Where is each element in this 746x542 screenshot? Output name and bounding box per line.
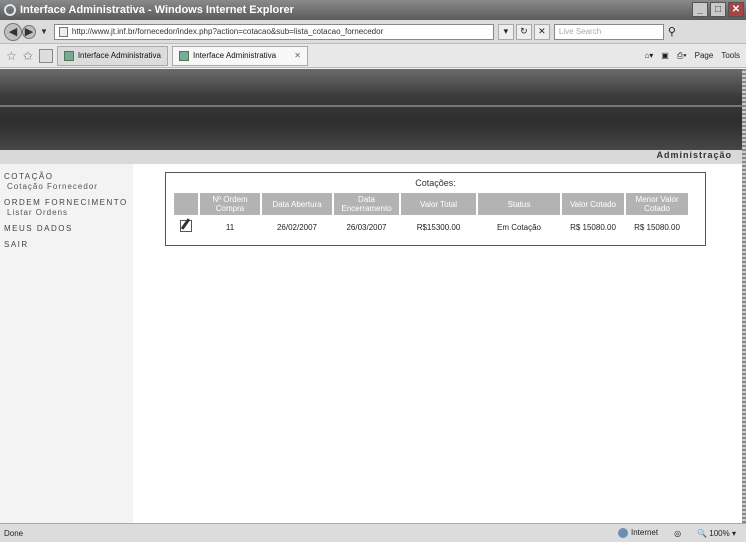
edit-cell[interactable] (174, 217, 198, 237)
page-menu[interactable]: Page (695, 51, 714, 60)
forward-button[interactable]: ▶ (22, 24, 36, 39)
refresh-icon[interactable]: ↻ (515, 23, 532, 40)
zoom-label: 100% (709, 528, 730, 538)
tab-bar: ☆ ✩ Interface Administrativa Interface A… (0, 44, 746, 68)
cell-menor-valor: R$ 15080.00 (634, 222, 680, 232)
protected-mode-icon[interactable]: ◎ (674, 529, 681, 538)
col-header: Status (478, 193, 560, 215)
url-dropdown-icon[interactable]: ▾ (497, 23, 514, 40)
tab-favicon-icon (63, 50, 74, 61)
sidebar-item-label[interactable]: COTAÇÃO (4, 172, 53, 181)
col-header (174, 193, 198, 215)
sidebar-item-label[interactable]: ORDEM FORNECIMENTO (4, 198, 128, 207)
sidebar-subitem-listar-ordens[interactable]: Listar Ordens (4, 208, 133, 218)
sidebar-item-meus-dados[interactable]: MEUS DADOS (0, 224, 133, 234)
add-favorite-icon[interactable]: ✩ (23, 49, 33, 63)
search-icon[interactable]: ⚲ (668, 25, 676, 38)
page-content: Administração COTAÇÃO Cotação Fornecedor… (0, 69, 746, 523)
sidebar-item-label[interactable]: MEUS DADOS (4, 224, 73, 233)
command-bar: ⌂▾ ▣ ⎙▾ Page Tools (644, 51, 746, 61)
cotacoes-table: Nº Ordem Compra Data Abertura Data Encer… (172, 191, 690, 239)
window-title-bar: Interface Administrativa - Windows Inter… (0, 0, 746, 20)
tab-interface-2[interactable]: Interface Administrativa ✕ (171, 45, 308, 66)
address-actions: ▾ ↻ ✕ (497, 23, 550, 40)
status-text: Done (4, 528, 24, 538)
cotacoes-panel: Cotações: Nº Ordem Compra Data Abertura … (165, 172, 706, 246)
tab-label: Interface Administrativa (192, 51, 277, 60)
zone-label: Internet (630, 528, 659, 538)
favorites-star-icon[interactable]: ☆ (6, 49, 17, 63)
cell-valor-total: R$15300.00 (416, 222, 461, 232)
cell-ordem: 11 (225, 222, 235, 232)
security-zone: Internet (617, 528, 659, 538)
cell-encerramento: 26/03/2007 (346, 222, 387, 232)
close-tab-icon[interactable]: ✕ (294, 51, 301, 60)
col-header: Nº Ordem Compra (200, 193, 260, 215)
back-button[interactable]: ◀ (4, 22, 22, 41)
history-dropdown-icon[interactable]: ▼ (40, 27, 48, 36)
address-bar: ◀ ▶ ▼ http://www.jt.inf.br/fornecedor/in… (0, 20, 746, 44)
quick-tabs-icon[interactable] (38, 48, 53, 63)
window-controls: _ □ ✕ (692, 2, 744, 17)
home-icon[interactable]: ⌂▾ (644, 51, 653, 60)
feeds-icon[interactable]: ▣ (661, 51, 669, 60)
table-row: 11 26/02/2007 26/03/2007 R$15300.00 Em C… (174, 217, 688, 237)
search-input[interactable]: Live Search (553, 23, 664, 40)
sidebar-item-label[interactable]: SAIR (4, 240, 29, 249)
minimize-button[interactable]: _ (692, 2, 708, 17)
header-banner (0, 69, 746, 150)
zoom-control[interactable]: 🔍 100% ▾ (697, 529, 736, 538)
url-field[interactable]: http://www.jt.inf.br/fornecedor/index.ph… (53, 23, 494, 40)
sidebar-subitem-cotacao-fornecedor[interactable]: Cotação Fornecedor (4, 182, 133, 192)
url-text: http://www.jt.inf.br/fornecedor/index.ph… (71, 27, 384, 36)
vertical-scrollbar[interactable] (742, 69, 746, 523)
cell-status: Em Cotação (496, 222, 542, 232)
ie-logo-icon (4, 4, 16, 16)
print-icon[interactable]: ⎙▾ (677, 51, 687, 61)
cell-abertura: 26/02/2007 (276, 222, 318, 232)
tab-favicon-icon (178, 50, 189, 61)
stop-icon[interactable]: ✕ (533, 23, 550, 40)
status-bar: Done Internet ◎ 🔍 100% ▾ (0, 523, 746, 542)
window-title: Interface Administrativa - Windows Inter… (20, 4, 294, 16)
sidebar-item-cotacao[interactable]: COTAÇÃO Cotação Fornecedor (0, 172, 133, 192)
globe-icon (617, 528, 628, 538)
maximize-button[interactable]: □ (710, 2, 726, 17)
sidebar-menu: COTAÇÃO Cotação Fornecedor ORDEM FORNECI… (0, 164, 133, 250)
tools-menu[interactable]: Tools (721, 51, 740, 60)
table-header-row: Nº Ordem Compra Data Abertura Data Encer… (174, 193, 688, 215)
col-header: Data Encerramento (334, 193, 399, 215)
sidebar-item-ordem-fornecimento[interactable]: ORDEM FORNECIMENTO Listar Ordens (0, 198, 133, 218)
tab-interface-1[interactable]: Interface Administrativa (56, 45, 168, 66)
close-button[interactable]: ✕ (728, 2, 744, 17)
status-right: Internet ◎ 🔍 100% ▾ (617, 528, 746, 538)
col-header: Menor Valor Cotado (626, 193, 688, 215)
sidebar: COTAÇÃO Cotação Fornecedor ORDEM FORNECI… (0, 164, 133, 523)
page-icon (58, 26, 68, 37)
section-bar: Administração (0, 150, 746, 164)
cell-valor-cotado: R$ 15080.00 (570, 222, 616, 232)
tab-label: Interface Administrativa (77, 51, 161, 60)
panel-title: Cotações: (415, 178, 456, 188)
edit-icon[interactable] (180, 220, 192, 232)
col-header: Data Abertura (262, 193, 332, 215)
col-header: Valor Cotado (562, 193, 624, 215)
sidebar-item-sair[interactable]: SAIR (0, 240, 133, 250)
col-header: Valor Total (401, 193, 476, 215)
main-content: Cotações: Nº Ordem Compra Data Abertura … (133, 164, 746, 523)
